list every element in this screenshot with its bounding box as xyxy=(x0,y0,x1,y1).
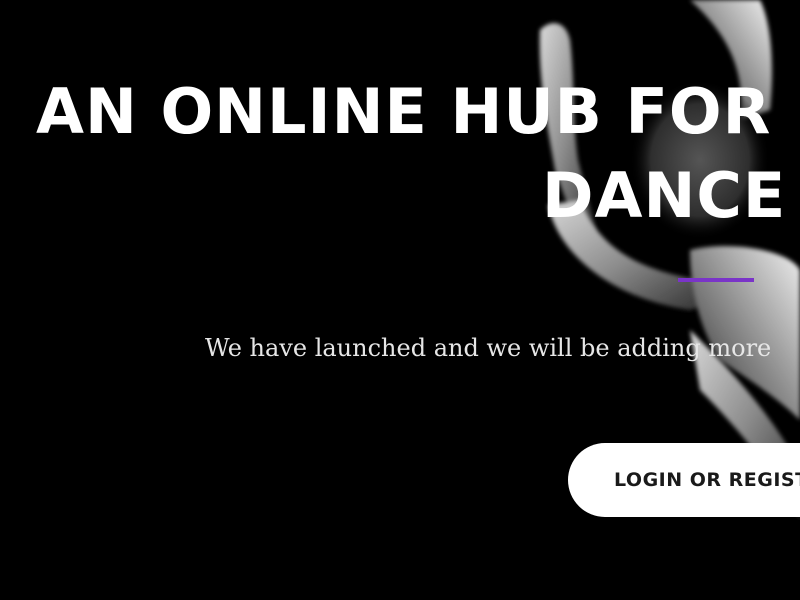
hero-headline: AN ONLINE HUB FOR DANCE xyxy=(36,70,786,238)
headline-line-2: DANCE xyxy=(542,159,787,232)
headline-line-1: AN ONLINE HUB FOR xyxy=(36,75,772,148)
hero-section: AN ONLINE HUB FOR DANCE We have launched… xyxy=(0,0,800,600)
accent-divider xyxy=(678,278,754,282)
hero-tagline: We have launched and we will be adding m… xyxy=(205,334,772,362)
login-or-register-button[interactable]: LOGIN OR REGISTER xyxy=(568,443,800,517)
